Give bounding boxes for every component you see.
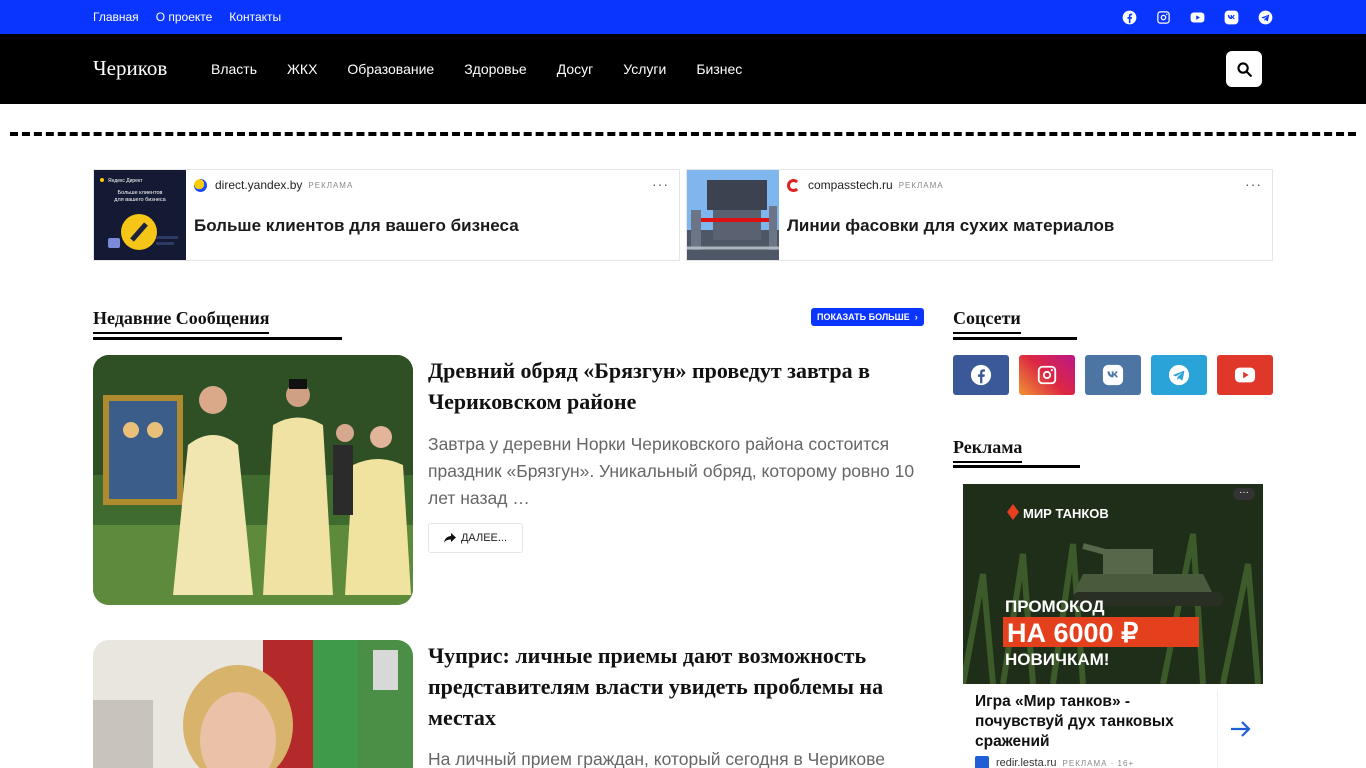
post-excerpt: На личный прием граждан, который сегодня…	[428, 749, 885, 768]
nav-item-power[interactable]: Власть	[211, 61, 257, 77]
recent-posts-title: Недавние Сообщения	[93, 308, 270, 334]
search-icon	[1236, 61, 1252, 77]
ad-label: РЕКЛАМА · 16+	[1062, 758, 1135, 768]
post-title[interactable]: Древний обряд «Брязгун» проведут завтра …	[428, 355, 923, 417]
social-button-vk[interactable]	[1085, 355, 1141, 395]
ad-section-title-text: Реклама	[953, 437, 1023, 457]
ad-card-yandex[interactable]: Яндекс Директ Больше клиентов для вашего…	[93, 169, 680, 261]
read-more-button[interactable]: ДАЛЕЕ...	[428, 523, 523, 553]
vk-icon	[1102, 364, 1124, 386]
social-title-text: Соцсети	[953, 308, 1021, 328]
yandex-favicon-icon	[194, 178, 207, 192]
post-image[interactable]	[93, 355, 413, 605]
ad-arrow-button[interactable]	[1217, 689, 1263, 768]
social-button-instagram[interactable]	[1019, 355, 1075, 395]
arrow-right-icon	[1230, 721, 1251, 737]
top-social-links	[1122, 0, 1273, 34]
instagram-icon	[1037, 365, 1057, 385]
svg-text:для вашего бизнеса: для вашего бизнеса	[114, 197, 166, 203]
youtube-icon	[1234, 367, 1256, 383]
ad-promo-line-1: ПРОМОКОД	[1005, 597, 1104, 616]
nav-item-leisure[interactable]: Досуг	[557, 61, 594, 77]
facebook-icon[interactable]	[1122, 10, 1137, 25]
vk-icon[interactable]	[1224, 10, 1239, 25]
ad-thumbnail	[687, 170, 779, 260]
title-underline	[953, 332, 1021, 334]
title-underline	[953, 461, 1023, 463]
more-options-icon[interactable]: ···	[1245, 176, 1262, 192]
telegram-icon[interactable]	[1258, 10, 1273, 25]
more-options-icon[interactable]: ···	[1233, 488, 1255, 500]
ad-thumb-brand: Яндекс Директ	[108, 178, 143, 184]
ad-source: direct.yandex.by РЕКЛАМА	[194, 178, 353, 192]
show-more-label: ПОКАЗАТЬ БОЛЬШЕ	[817, 312, 910, 322]
instagram-icon[interactable]	[1156, 10, 1171, 25]
ad-promo-line-3: НОВИЧКАМ!	[1005, 650, 1109, 669]
ad-card-compasstech[interactable]: compasstech.ru РЕКЛАМА ··· Линии фасовки…	[686, 169, 1273, 261]
social-button-facebook[interactable]	[953, 355, 1009, 395]
ad-source: compasstech.ru РЕКЛАМА	[787, 178, 944, 192]
ad-banner-image: МИР ТАНКОВ ПРОМОКОД НА 6000 ₽ НОВИЧКАМ! …	[963, 484, 1263, 684]
dashed-divider	[10, 132, 1356, 136]
top-nav: Главная О проекте Контакты	[93, 0, 298, 34]
nav-item-education[interactable]: Образование	[347, 61, 434, 77]
share-arrow-icon	[443, 533, 456, 543]
main-nav: Власть ЖКХ Образование Здоровье Досуг Ус…	[211, 34, 772, 104]
social-title: Соцсети	[953, 308, 1021, 334]
ad-domain: direct.yandex.by	[215, 178, 303, 192]
search-button[interactable]	[1226, 51, 1262, 87]
ad-label: РЕКЛАМА	[308, 180, 354, 190]
show-more-button[interactable]: ПОКАЗАТЬ БОЛЬШЕ ›	[811, 308, 924, 326]
ad-headline[interactable]: Больше клиентов для вашего бизнеса	[194, 216, 519, 236]
top-link-home[interactable]: Главная	[93, 10, 139, 24]
recent-posts-title-text: Недавние Сообщения	[93, 308, 270, 328]
ad-domain: compasstech.ru	[808, 178, 893, 192]
ad-brand: МИР ТАНКОВ	[1023, 506, 1109, 521]
youtube-icon[interactable]	[1190, 10, 1205, 25]
title-underline	[93, 332, 270, 334]
ad-thumbnail: Яндекс Директ Больше клиентов для вашего…	[94, 170, 186, 260]
ad-source: redir.lesta.ru РЕКЛАМА · 16+	[975, 756, 1134, 768]
svg-text:Больше клиентов: Больше клиентов	[118, 190, 163, 196]
compasstech-favicon-icon	[787, 178, 800, 192]
ad-caption[interactable]: Игра «Мир танков» - почувствуй дух танко…	[975, 692, 1175, 752]
ad-label: РЕКЛАМА	[898, 180, 944, 190]
read-more-label: ДАЛЕЕ...	[460, 532, 508, 544]
site-logo[interactable]: Чериков	[93, 56, 167, 81]
more-options-icon[interactable]: ···	[652, 176, 669, 192]
ad-headline[interactable]: Линии фасовки для сухих материалов	[787, 216, 1114, 236]
section-underline	[93, 337, 342, 340]
ad-promo-line-2: НА 6000 ₽	[1007, 618, 1138, 648]
top-bar: Главная О проекте Контакты	[0, 0, 1366, 34]
facebook-icon	[970, 364, 992, 386]
post-title[interactable]: Чуприс: личные приемы дают возможность п…	[428, 640, 923, 733]
top-link-contacts[interactable]: Контакты	[229, 10, 281, 24]
social-button-telegram[interactable]	[1151, 355, 1207, 395]
ad-domain: redir.lesta.ru	[996, 757, 1057, 768]
section-underline	[953, 465, 1080, 468]
sidebar-ad[interactable]: МИР ТАНКОВ ПРОМОКОД НА 6000 ₽ НОВИЧКАМ! …	[963, 484, 1263, 768]
lesta-favicon-icon	[975, 756, 989, 768]
post-excerpt: Завтра у деревни Норки Чериковского райо…	[428, 434, 915, 508]
social-button-youtube[interactable]	[1217, 355, 1273, 395]
telegram-icon	[1168, 364, 1190, 386]
nav-item-business[interactable]: Бизнес	[696, 61, 742, 77]
post-image[interactable]	[93, 640, 413, 768]
nav-item-services[interactable]: Услуги	[623, 61, 666, 77]
ad-section-title: Реклама	[953, 437, 1023, 463]
top-link-about[interactable]: О проекте	[156, 10, 213, 24]
main-header: Чериков Власть ЖКХ Образование Здоровье …	[0, 34, 1366, 104]
section-underline	[953, 337, 1077, 340]
nav-item-housing[interactable]: ЖКХ	[287, 61, 317, 77]
chevron-right-icon: ›	[914, 312, 918, 322]
nav-item-health[interactable]: Здоровье	[464, 61, 527, 77]
